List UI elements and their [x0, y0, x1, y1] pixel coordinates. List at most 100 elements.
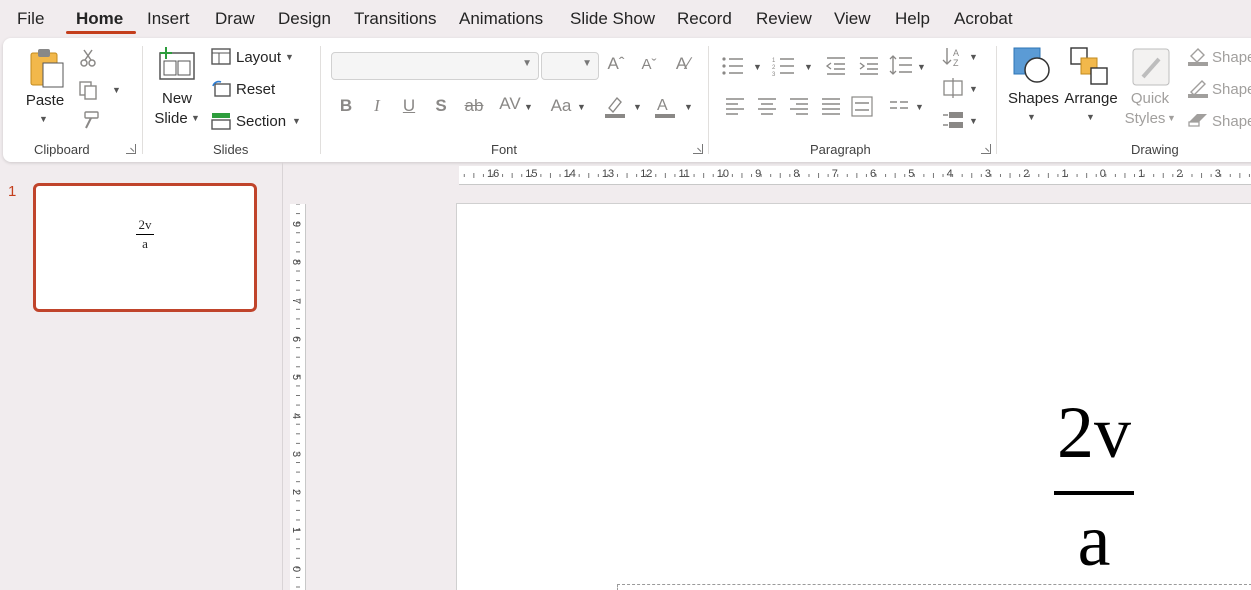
- font-launcher-icon[interactable]: [693, 144, 703, 154]
- align-text-chevron-icon[interactable]: ▼: [969, 84, 978, 94]
- ruler-label: 3: [984, 168, 992, 180]
- text-placeholder[interactable]: [617, 584, 1251, 590]
- text-direction-chevron-icon[interactable]: ▼: [969, 52, 978, 62]
- quick-styles-chevron-icon[interactable]: ▼: [1167, 113, 1176, 123]
- quick-styles-icon[interactable]: [1131, 47, 1173, 87]
- section-chevron-icon[interactable]: ▼: [292, 116, 301, 126]
- clear-formatting-icon[interactable]: A∕: [671, 54, 695, 74]
- strikethrough-icon[interactable]: ab: [462, 96, 486, 116]
- text-shadow-icon[interactable]: S: [429, 96, 453, 116]
- shape-outline-icon[interactable]: [1187, 78, 1209, 98]
- arrange-icon[interactable]: [1069, 46, 1111, 86]
- horizontal-ruler[interactable]: 16 15 14 13 12 11 10 9 8 7 6 5 4 3 2 1 0 1 2 3: [459, 166, 1251, 185]
- quick-styles-label-line2[interactable]: Styles: [1122, 109, 1168, 129]
- clipboard-launcher-icon[interactable]: [126, 144, 136, 154]
- shape-fill-label[interactable]: Shape: [1212, 49, 1251, 66]
- new-slide-chevron-icon[interactable]: ▼: [191, 113, 200, 123]
- change-case-icon[interactable]: Aa: [546, 96, 576, 116]
- paste-icon[interactable]: [28, 47, 68, 89]
- character-spacing-icon[interactable]: AV: [495, 94, 525, 114]
- tab-insert[interactable]: Insert: [147, 9, 190, 29]
- tab-draw[interactable]: Draw: [215, 9, 255, 29]
- italic-icon[interactable]: I: [365, 96, 389, 116]
- layout-chevron-icon[interactable]: ▼: [285, 52, 294, 62]
- change-case-chevron-icon[interactable]: ▼: [577, 102, 586, 112]
- paragraph-launcher-icon[interactable]: [981, 144, 991, 154]
- paste-label[interactable]: Paste: [25, 91, 65, 111]
- tab-record[interactable]: Record: [677, 9, 732, 29]
- cut-icon[interactable]: [78, 48, 98, 68]
- tab-view[interactable]: View: [834, 9, 871, 29]
- font-size-combo[interactable]: ▼: [541, 52, 599, 80]
- pane-divider[interactable]: [282, 162, 283, 590]
- copy-icon[interactable]: [77, 80, 99, 100]
- tab-animations[interactable]: Animations: [459, 9, 543, 29]
- ribbon-tabs: File Home Insert Draw Design Transitions…: [0, 0, 1251, 38]
- increase-font-size-icon[interactable]: Aˆ: [604, 54, 628, 74]
- slide-thumbnail[interactable]: 2v a: [33, 183, 257, 312]
- decrease-font-size-icon[interactable]: Aˇ: [637, 56, 661, 73]
- tab-review[interactable]: Review: [756, 9, 812, 29]
- reset-label[interactable]: Reset: [236, 81, 275, 98]
- justify-icon[interactable]: [821, 97, 841, 115]
- shapes-icon[interactable]: [1012, 46, 1054, 86]
- ruler-label: 3: [290, 450, 303, 457]
- format-painter-icon[interactable]: [79, 110, 101, 130]
- bullets-chevron-icon[interactable]: ▼: [753, 62, 762, 72]
- highlight-color-icon[interactable]: [603, 94, 627, 120]
- vertical-ruler[interactable]: 9 8 7 6 5 4 3 2 1 0: [290, 204, 306, 590]
- arrange-chevron-icon[interactable]: ▼: [1086, 112, 1095, 122]
- quick-styles-label-line1[interactable]: Quick: [1127, 89, 1173, 109]
- font-name-combo[interactable]: ▼: [331, 52, 539, 80]
- font-color-icon[interactable]: A: [653, 94, 677, 120]
- convert-to-smartart-icon[interactable]: [941, 110, 967, 130]
- paste-chevron-icon[interactable]: ▼: [39, 114, 48, 124]
- shape-effects-icon[interactable]: [1187, 110, 1209, 130]
- shape-fill-icon[interactable]: [1187, 46, 1209, 66]
- align-center-icon[interactable]: [757, 97, 777, 115]
- align-left-icon[interactable]: [725, 97, 745, 115]
- underline-icon[interactable]: U: [397, 96, 421, 116]
- numbering-icon[interactable]: 123: [772, 56, 796, 76]
- shape-outline-label[interactable]: Shape: [1212, 81, 1251, 98]
- highlight-chevron-icon[interactable]: ▼: [633, 102, 642, 112]
- tab-slide-show[interactable]: Slide Show: [570, 9, 655, 29]
- slide-fraction[interactable]: 2v a: [1052, 395, 1136, 579]
- layout-icon[interactable]: [211, 48, 231, 66]
- paragraph-group-label: Paragraph: [810, 142, 871, 157]
- tab-design[interactable]: Design: [278, 9, 331, 29]
- columns-icon[interactable]: [889, 99, 909, 113]
- shapes-chevron-icon[interactable]: ▼: [1027, 112, 1036, 122]
- font-color-chevron-icon[interactable]: ▼: [684, 102, 693, 112]
- reset-icon[interactable]: [211, 80, 231, 98]
- section-label[interactable]: Section: [236, 113, 286, 130]
- tab-file[interactable]: File: [17, 9, 44, 29]
- align-text-icon[interactable]: [941, 78, 965, 98]
- tab-acrobat[interactable]: Acrobat: [954, 9, 1013, 29]
- smartart-chevron-icon[interactable]: ▼: [969, 116, 978, 126]
- numbering-chevron-icon[interactable]: ▼: [804, 62, 813, 72]
- columns-chevron-icon[interactable]: ▼: [915, 102, 924, 112]
- align-right-icon[interactable]: [789, 97, 809, 115]
- distributed-icon[interactable]: [851, 96, 873, 118]
- new-slide-label-line2[interactable]: Slide: [151, 109, 191, 129]
- line-spacing-icon[interactable]: [889, 54, 913, 78]
- shape-effects-label[interactable]: Shape: [1212, 113, 1251, 130]
- bold-icon[interactable]: B: [334, 96, 358, 116]
- tab-home[interactable]: Home: [76, 9, 123, 29]
- new-slide-icon[interactable]: [156, 47, 198, 81]
- copy-chevron-icon[interactable]: ▼: [112, 85, 121, 95]
- text-direction-icon[interactable]: AZ: [941, 46, 965, 68]
- bullets-icon[interactable]: [721, 56, 745, 76]
- shapes-label[interactable]: Shapes: [1008, 89, 1059, 109]
- layout-label[interactable]: Layout: [236, 49, 281, 66]
- new-slide-label-line1[interactable]: New: [157, 89, 197, 109]
- character-spacing-chevron-icon[interactable]: ▼: [524, 102, 533, 112]
- line-spacing-chevron-icon[interactable]: ▼: [917, 62, 926, 72]
- tab-transitions[interactable]: Transitions: [354, 9, 437, 29]
- increase-indent-icon[interactable]: [858, 56, 880, 76]
- decrease-indent-icon[interactable]: [825, 56, 847, 76]
- arrange-label[interactable]: Arrange: [1063, 89, 1119, 109]
- tab-help[interactable]: Help: [895, 9, 930, 29]
- section-icon[interactable]: [211, 112, 231, 130]
